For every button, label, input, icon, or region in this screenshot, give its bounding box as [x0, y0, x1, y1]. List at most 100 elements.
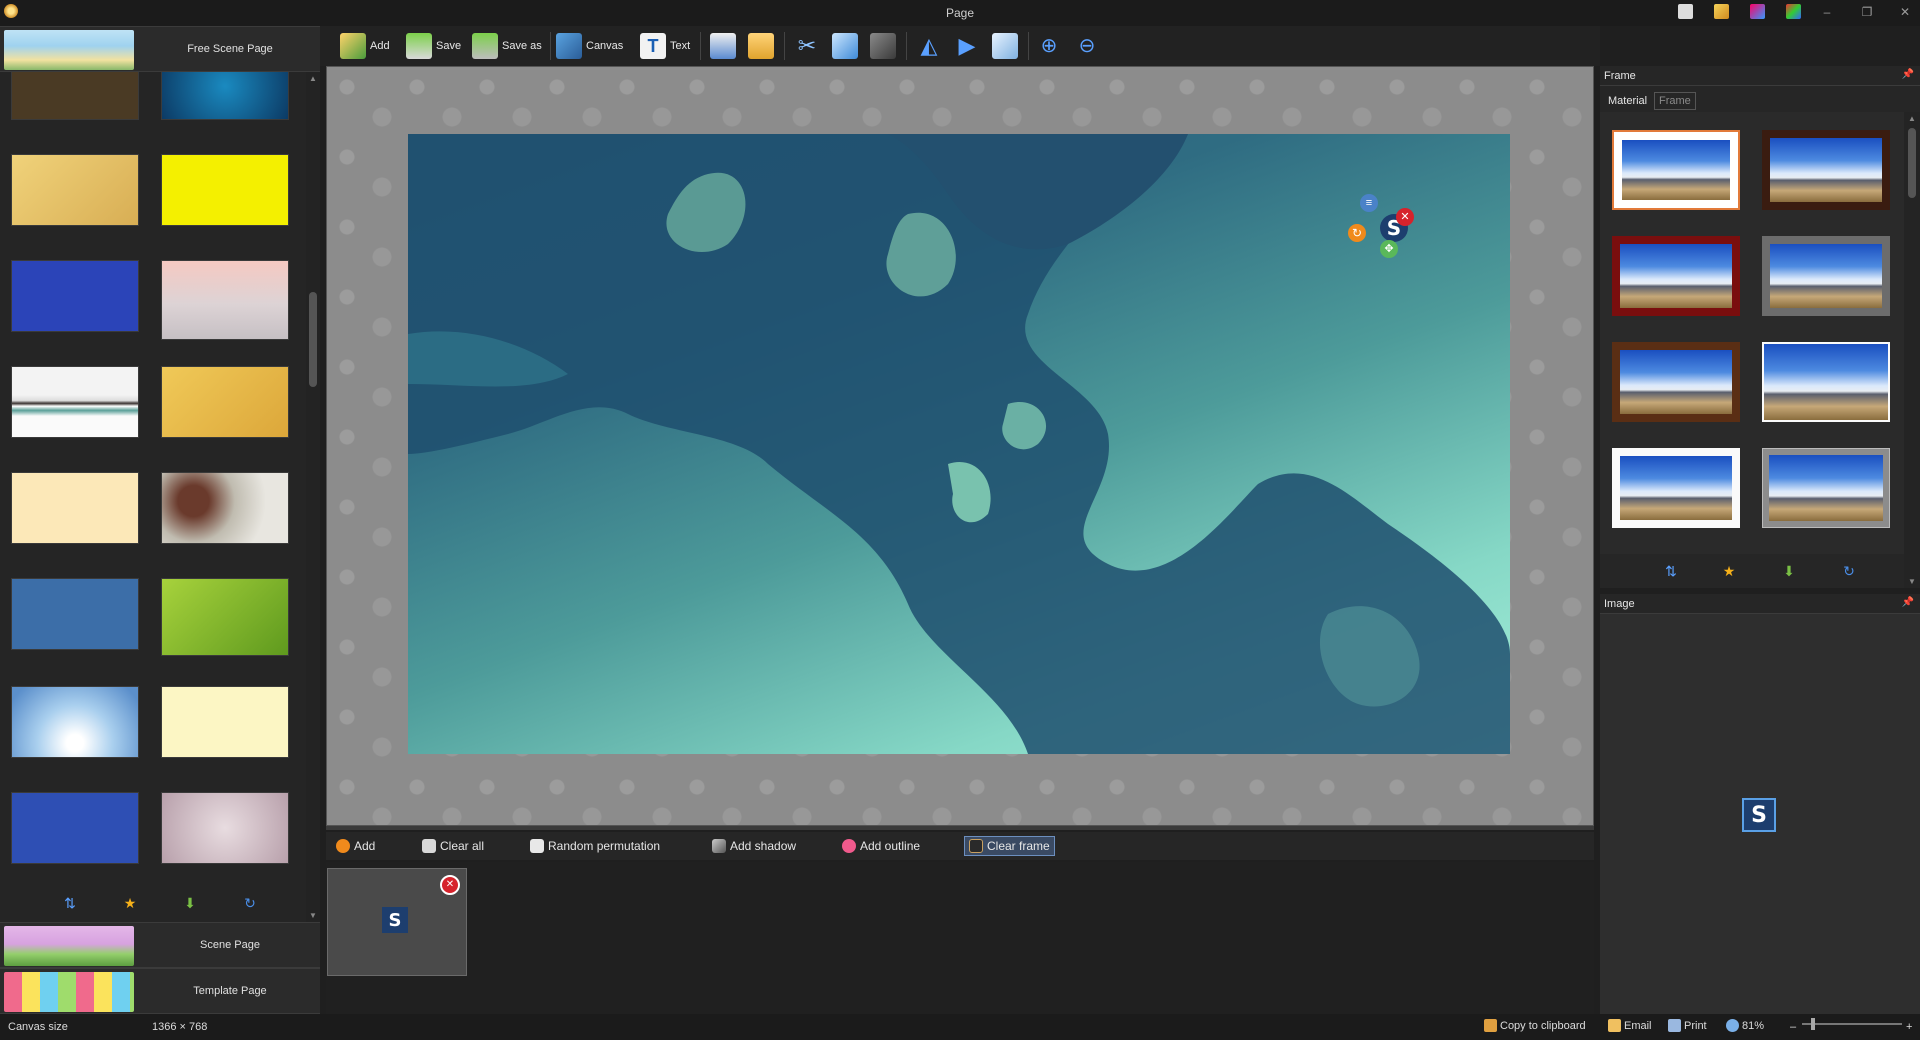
zoom-slider-knob[interactable]	[1811, 1018, 1815, 1030]
frame-thumbnail[interactable]	[1762, 342, 1890, 422]
save-button[interactable]: Save	[406, 30, 461, 62]
zoom-out-button[interactable]: ⊖	[1074, 30, 1100, 62]
print-status-button[interactable]: Print	[1668, 1019, 1707, 1032]
free-scene-page-header[interactable]: Free Scene Page	[0, 26, 320, 72]
canvas-horizontal-scrollbar[interactable]	[326, 826, 1594, 830]
remove-layer-icon[interactable]: ✕	[440, 875, 460, 895]
scroll-up-icon[interactable]: ▲	[308, 74, 318, 83]
background-thumbnail[interactable]	[161, 472, 289, 544]
flip-horizontal-button[interactable]: ◭	[916, 30, 942, 62]
minimize-button[interactable]: –	[1818, 4, 1836, 20]
frame-thumbnail[interactable]	[1762, 130, 1890, 210]
email-button[interactable]	[748, 30, 774, 62]
frame-thumbnail[interactable]	[1612, 130, 1740, 210]
add-shadow-button[interactable]: Add shadow	[710, 836, 798, 856]
download-icon[interactable]: ⬇	[1780, 562, 1798, 580]
add-outline-button[interactable]: Add outline	[840, 836, 922, 856]
app-icon[interactable]	[4, 4, 18, 18]
flip-vertical-button[interactable]: ▶	[954, 30, 980, 62]
scrollbar-thumb[interactable]	[309, 292, 317, 387]
save-as-button[interactable]: Save as	[472, 30, 542, 62]
magnifier-icon	[1726, 1019, 1739, 1032]
pin-icon[interactable]: 📌	[1902, 69, 1914, 80]
frame-thumbnail[interactable]	[1612, 448, 1740, 528]
zoom-slider-track[interactable]	[1802, 1023, 1902, 1025]
copy-button[interactable]	[832, 30, 858, 62]
zoom-in-control[interactable]: +	[1906, 1021, 1912, 1033]
add-button[interactable]: Add	[340, 30, 390, 62]
layer-thumbnail[interactable]: S ✕	[327, 868, 467, 976]
background-thumbnail[interactable]	[161, 366, 289, 438]
close-button[interactable]: ✕	[1896, 4, 1914, 20]
palette-icon[interactable]	[1750, 4, 1765, 19]
add-frame-item-button[interactable]: Add	[334, 836, 377, 856]
random-permutation-button[interactable]: Random permutation	[528, 836, 662, 856]
paste-button[interactable]	[870, 30, 896, 62]
background-thumbnail[interactable]	[161, 154, 289, 226]
scroll-down-icon[interactable]: ▼	[308, 911, 318, 920]
background-thumbnail[interactable]	[161, 578, 289, 656]
thumbnail-scrollbar[interactable]: ▲ ▼	[306, 72, 320, 922]
restore-button[interactable]: ❐	[1858, 4, 1876, 20]
grid-icon[interactable]	[1786, 4, 1801, 19]
pencil-icon[interactable]	[1714, 4, 1729, 19]
background-thumbnail[interactable]	[11, 260, 139, 332]
cut-button[interactable]: ✂	[794, 30, 820, 62]
document-icon[interactable]	[1678, 4, 1693, 19]
background-thumbnail[interactable]	[161, 260, 289, 340]
print-status-label: Print	[1684, 1019, 1707, 1032]
save-icon	[406, 33, 432, 59]
clear-all-button[interactable]: Clear all	[420, 836, 486, 856]
copy-to-clipboard-button[interactable]: Copy to clipboard	[1484, 1019, 1586, 1032]
background-thumbnail[interactable]	[11, 578, 139, 650]
sticker-resize-icon[interactable]: ✥	[1380, 240, 1398, 258]
email-status-button[interactable]: Email	[1608, 1019, 1652, 1032]
background-thumbnail[interactable]	[11, 72, 139, 120]
sort-icon[interactable]: ⇅	[61, 894, 79, 912]
frame-thumbnail[interactable]	[1762, 236, 1890, 316]
shadow-icon	[712, 839, 726, 853]
sticker-delete-icon[interactable]: ✕	[1396, 208, 1414, 226]
tab-material[interactable]: Material	[1604, 92, 1652, 110]
page-canvas[interactable]	[408, 134, 1510, 754]
canvas-size-value: 1366 × 768	[152, 1021, 208, 1033]
zoom-out-icon: ⊖	[1078, 35, 1096, 57]
scene-page-header[interactable]: Scene Page	[0, 922, 320, 968]
zoom-out-control[interactable]: –	[1790, 1021, 1796, 1033]
sticker-rotate-icon[interactable]: ↻	[1348, 224, 1366, 242]
scroll-down-icon[interactable]: ▼	[1907, 577, 1917, 586]
pin-icon[interactable]: 📌	[1902, 597, 1914, 608]
rotate-button[interactable]	[992, 30, 1018, 62]
sticker-menu-icon[interactable]: ≡	[1360, 194, 1378, 212]
canvas-button[interactable]: Canvas	[556, 30, 623, 62]
background-thumbnail[interactable]	[11, 154, 139, 226]
background-thumbnail[interactable]	[161, 72, 289, 120]
star-icon[interactable]: ★	[121, 894, 139, 912]
scroll-up-icon[interactable]: ▲	[1907, 114, 1917, 123]
layer-strip	[326, 862, 1594, 1014]
frame-thumbnail[interactable]	[1612, 236, 1740, 316]
background-thumbnail[interactable]	[11, 472, 139, 544]
background-thumbnail[interactable]	[11, 686, 139, 758]
frame-thumbnail[interactable]	[1762, 448, 1890, 528]
sort-icon[interactable]: ⇅	[1662, 562, 1680, 580]
zoom-in-button[interactable]: ⊕	[1036, 30, 1062, 62]
frame-thumbnail[interactable]	[1612, 342, 1740, 422]
tab-frame[interactable]: Frame	[1654, 92, 1696, 110]
background-thumbnail[interactable]	[161, 686, 289, 758]
refresh-icon[interactable]: ↻	[241, 894, 259, 912]
text-button[interactable]: T Text	[640, 30, 690, 62]
background-thumbnail[interactable]	[11, 366, 139, 438]
background-thumbnail[interactable]	[161, 792, 289, 864]
download-icon[interactable]: ⬇	[181, 894, 199, 912]
save-as-icon	[472, 33, 498, 59]
scrollbar-thumb[interactable]	[1908, 128, 1916, 198]
refresh-icon[interactable]: ↻	[1840, 562, 1858, 580]
background-thumbnail[interactable]	[11, 792, 139, 864]
template-page-header[interactable]: Template Page	[0, 968, 320, 1014]
frame-scrollbar[interactable]: ▲ ▼	[1904, 112, 1920, 588]
star-icon[interactable]: ★	[1720, 562, 1738, 580]
clear-frame-button[interactable]: Clear frame	[964, 836, 1055, 856]
add-shadow-label: Add shadow	[730, 839, 797, 853]
print-button[interactable]	[710, 30, 736, 62]
